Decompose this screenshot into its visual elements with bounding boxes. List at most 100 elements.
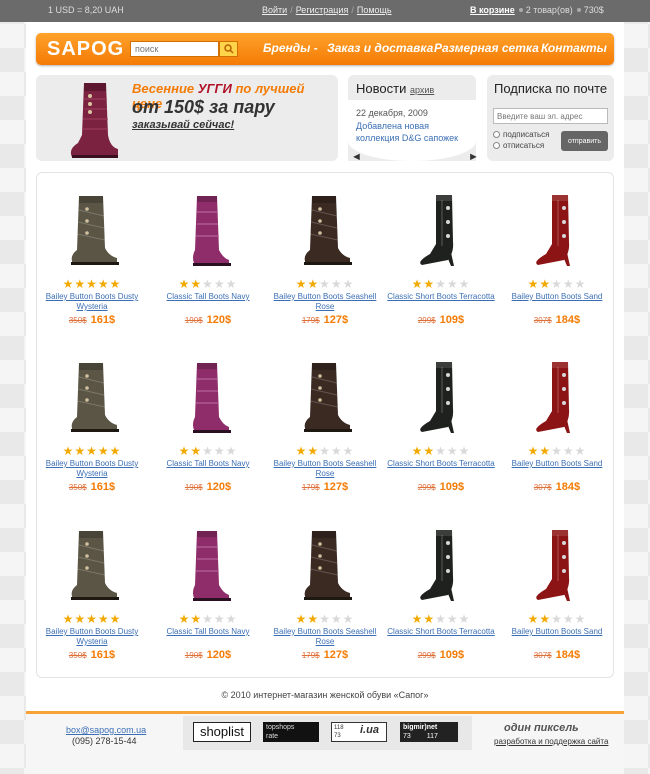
product-image[interactable] bbox=[173, 359, 243, 434]
menu-brands[interactable]: Бренды - bbox=[263, 41, 318, 55]
product-name-link[interactable]: Classic Short Boots Terracotta bbox=[386, 292, 496, 302]
search-input[interactable] bbox=[130, 41, 219, 57]
news-title: Новости bbox=[356, 81, 407, 96]
next-arrow-icon[interactable]: ► bbox=[468, 151, 479, 163]
search-icon bbox=[224, 44, 234, 54]
product-image[interactable] bbox=[522, 527, 592, 602]
product-name-link[interactable]: Bailey Button Boots Sand bbox=[502, 459, 612, 469]
product-name-link[interactable]: Classic Tall Boots Navy bbox=[153, 627, 263, 637]
topshops-badge[interactable]: topshops rate bbox=[263, 722, 319, 742]
star-icon: ★ bbox=[551, 444, 563, 458]
rating-stars: ★★★★★ bbox=[270, 445, 380, 457]
rating-stars: ★★★★★ bbox=[386, 613, 496, 625]
product-image[interactable] bbox=[406, 527, 476, 602]
developer-logo[interactable]: один пиксель bbox=[504, 722, 579, 734]
star-icon: ★ bbox=[574, 444, 587, 458]
email-link[interactable]: box@sapog.com.ua bbox=[66, 725, 146, 735]
star-icon: ★ bbox=[562, 444, 575, 458]
currency-rate: 1 USD = 8,20 UAH bbox=[48, 5, 124, 15]
product-image[interactable] bbox=[406, 192, 476, 267]
product-image[interactable] bbox=[57, 359, 127, 434]
login-link[interactable]: Войти bbox=[262, 5, 287, 15]
product-name-link[interactable]: Bailey Button Boots Sand bbox=[502, 627, 612, 637]
star-icon: ★ bbox=[435, 612, 447, 626]
current-price: 109$ bbox=[439, 314, 465, 326]
old-price: 299$ bbox=[417, 316, 436, 325]
menu-order-delivery[interactable]: Заказ и доставка bbox=[327, 41, 433, 55]
menu-size-chart[interactable]: Размерная сетка bbox=[434, 41, 539, 55]
product-name-link[interactable]: Bailey Button Boots Seashell Rose bbox=[270, 459, 380, 479]
developer-link[interactable]: разработка и поддержка сайта bbox=[494, 737, 608, 746]
product-name-link[interactable]: Bailey Button Boots Seashell Rose bbox=[270, 627, 380, 647]
product-name-link[interactable]: Bailey Button Boots Dusty Wysteria bbox=[37, 627, 147, 647]
cart-link[interactable]: В корзине bbox=[470, 5, 515, 15]
star-icon: ★ bbox=[527, 612, 540, 626]
old-price: 350$ bbox=[68, 651, 87, 660]
subscribe-panel: Подписка по почте подписаться отписаться… bbox=[487, 75, 614, 161]
product-name-link[interactable]: Classic Tall Boots Navy bbox=[153, 459, 263, 469]
star-icon: ★ bbox=[319, 612, 331, 626]
product-image[interactable] bbox=[522, 359, 592, 434]
bullet-icon bbox=[518, 8, 523, 13]
product-image[interactable] bbox=[57, 192, 127, 267]
news-archive-link[interactable]: архив bbox=[410, 85, 434, 95]
star-icon: ★ bbox=[435, 444, 447, 458]
phone-number: (095) 278-15-44 bbox=[72, 736, 137, 746]
prev-arrow-icon[interactable]: ◄ bbox=[351, 151, 362, 163]
star-icon: ★ bbox=[225, 612, 238, 626]
product-image[interactable] bbox=[522, 192, 592, 267]
promo-cta-link[interactable]: заказывай сейчас! bbox=[132, 119, 234, 131]
site-logo[interactable]: SAPOG bbox=[47, 38, 124, 61]
ugg-boot-image bbox=[70, 83, 118, 158]
product-image[interactable] bbox=[173, 527, 243, 602]
subscribe-radio[interactable]: подписаться bbox=[493, 130, 550, 139]
product-image[interactable] bbox=[173, 192, 243, 267]
product-name-link[interactable]: Classic Short Boots Terracotta bbox=[386, 459, 496, 469]
unsubscribe-radio[interactable]: отписаться bbox=[493, 141, 544, 150]
product-price: 299$ 109$ bbox=[386, 314, 496, 326]
product-name-link[interactable]: Bailey Button Boots Dusty Wysteria bbox=[37, 292, 147, 312]
star-icon: ★ bbox=[178, 444, 191, 458]
product-image[interactable] bbox=[406, 359, 476, 434]
star-icon: ★ bbox=[225, 277, 238, 291]
email-field[interactable] bbox=[493, 108, 608, 124]
bigmir-badge[interactable]: bigmir)net 73 117 bbox=[400, 722, 458, 742]
star-icon: ★ bbox=[178, 277, 191, 291]
promo-banner[interactable]: Весенние УГГИ по лучшей цене от 150$ за … bbox=[36, 75, 338, 161]
product-name-link[interactable]: Bailey Button Boots Seashell Rose bbox=[270, 292, 380, 312]
star-icon: ★ bbox=[86, 444, 98, 458]
rating-stars: ★★★★★ bbox=[386, 278, 496, 290]
rating-stars: ★★★★★ bbox=[502, 613, 612, 625]
product-name-link[interactable]: Classic Tall Boots Navy bbox=[153, 292, 263, 302]
star-icon: ★ bbox=[342, 444, 355, 458]
star-icon: ★ bbox=[446, 277, 459, 291]
product-price: 190$ 120$ bbox=[153, 481, 263, 493]
shoplist-badge[interactable]: shoplist bbox=[193, 722, 251, 742]
product-name-link[interactable]: Bailey Button Boots Dusty Wysteria bbox=[37, 459, 147, 479]
star-icon: ★ bbox=[202, 612, 214, 626]
search-button[interactable] bbox=[219, 41, 238, 57]
star-icon: ★ bbox=[423, 277, 436, 291]
product-image[interactable] bbox=[290, 527, 360, 602]
iua-badge[interactable]: 118 73 i.ua bbox=[331, 722, 387, 742]
product-name-link[interactable]: Classic Short Boots Terracotta bbox=[386, 627, 496, 637]
menu-contacts[interactable]: Контакты bbox=[541, 41, 607, 55]
help-link[interactable]: Помощь bbox=[357, 5, 392, 15]
product-image[interactable] bbox=[57, 527, 127, 602]
news-item-link[interactable]: Добавлена новая коллекция D&G сапожек bbox=[356, 120, 471, 144]
product-price: 179$ 127$ bbox=[270, 649, 380, 661]
current-price: 127$ bbox=[323, 649, 349, 661]
star-icon: ★ bbox=[539, 277, 552, 291]
register-link[interactable]: Регистрация bbox=[296, 5, 349, 15]
star-icon: ★ bbox=[458, 444, 471, 458]
submit-button[interactable]: отправить bbox=[561, 131, 608, 151]
current-price: 120$ bbox=[206, 481, 232, 493]
current-price: 184$ bbox=[555, 314, 581, 326]
news-body: 22 декабря, 2009 Добавлена новая коллекц… bbox=[348, 100, 476, 161]
product-image[interactable] bbox=[290, 359, 360, 434]
star-icon: ★ bbox=[527, 277, 540, 291]
current-price: 120$ bbox=[206, 649, 232, 661]
product-name-link[interactable]: Bailey Button Boots Sand bbox=[502, 292, 612, 302]
product-image[interactable] bbox=[290, 192, 360, 267]
current-price: 161$ bbox=[90, 314, 116, 326]
